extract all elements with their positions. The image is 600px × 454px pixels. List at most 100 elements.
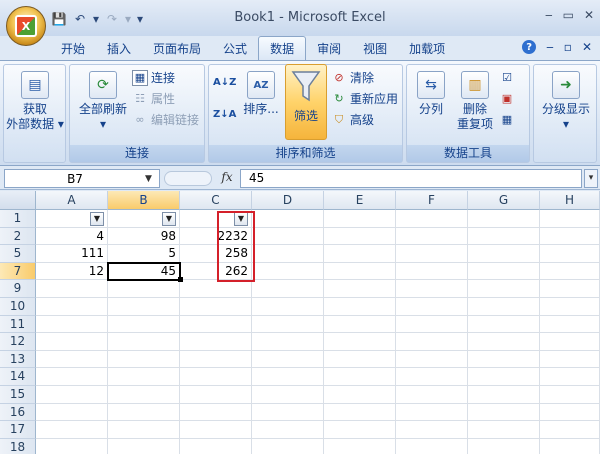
close-icon[interactable]: ✕	[584, 8, 594, 22]
cell-a2[interactable]: 4	[36, 227, 108, 246]
cell-h18[interactable]	[540, 438, 600, 454]
row-header-18[interactable]: 18	[0, 438, 36, 454]
cell-d14[interactable]	[252, 368, 324, 386]
cell-b14[interactable]	[108, 368, 180, 386]
cell-g14[interactable]	[468, 368, 540, 386]
cell-f18[interactable]	[396, 438, 468, 454]
cell-h16[interactable]	[540, 403, 600, 422]
row-header-14[interactable]: 14	[0, 368, 36, 386]
cell-e17[interactable]	[324, 421, 396, 439]
column-header-f[interactable]: F	[396, 191, 468, 210]
cell-d18[interactable]	[252, 438, 324, 454]
cell-a17[interactable]	[36, 421, 108, 439]
cell-g17[interactable]	[468, 421, 540, 439]
column-header-d[interactable]: D	[252, 191, 324, 210]
cell-f11[interactable]	[396, 315, 468, 334]
customize-qat-icon[interactable]: ▾	[135, 10, 145, 28]
advanced-filter-button[interactable]: ⛉ 高级	[331, 111, 374, 128]
cell-b18[interactable]	[108, 438, 180, 454]
name-box-dropdown-icon[interactable]: ▼	[145, 174, 159, 184]
cell-g15[interactable]	[468, 386, 540, 404]
row-header-16[interactable]: 16	[0, 403, 36, 422]
row-header-5[interactable]: 5	[0, 245, 36, 263]
cell-d15[interactable]	[252, 386, 324, 404]
tab-home[interactable]: 开始	[50, 36, 96, 60]
cell-f10[interactable]	[396, 298, 468, 316]
fill-handle[interactable]	[178, 277, 183, 283]
sort-z-to-a-button[interactable]: Z↓A	[213, 109, 236, 120]
column-header-c[interactable]: C	[180, 191, 252, 210]
tab-page-layout[interactable]: 页面布局	[142, 36, 212, 60]
undo-icon[interactable]: ↶	[71, 10, 89, 28]
refresh-all-button[interactable]: ⟳ 全部刷新 ▾	[74, 71, 132, 132]
cell-d16[interactable]	[252, 403, 324, 422]
column-header-h[interactable]: H	[540, 191, 600, 210]
cell-c18[interactable]	[180, 438, 252, 454]
undo-dropdown-icon[interactable]: ▾	[92, 10, 100, 28]
cell-c16[interactable]	[180, 403, 252, 422]
cell-b11[interactable]	[108, 315, 180, 334]
worksheet-grid[interactable]: A B C D E F G H 1 2 4 98 2232 5 111 5 258 7 12 45 26…	[0, 191, 600, 454]
cell-e12[interactable]	[324, 333, 396, 351]
cell-a14[interactable]	[36, 368, 108, 386]
cell-g7[interactable]	[468, 262, 540, 281]
cell-e7[interactable]	[324, 262, 396, 281]
cell-e13[interactable]	[324, 350, 396, 369]
cell-f7[interactable]	[396, 262, 468, 281]
redo-dropdown-icon[interactable]: ▾	[124, 10, 132, 28]
tab-insert[interactable]: 插入	[96, 36, 142, 60]
cell-e9[interactable]	[324, 280, 396, 298]
cell-e15[interactable]	[324, 386, 396, 404]
cell-e10[interactable]	[324, 298, 396, 316]
cell-d17[interactable]	[252, 421, 324, 439]
cell-g13[interactable]	[468, 350, 540, 369]
cell-b5[interactable]: 5	[108, 245, 180, 263]
cell-f9[interactable]	[396, 280, 468, 298]
filter-dropdown-a[interactable]: ▼	[90, 212, 104, 226]
cell-c11[interactable]	[180, 315, 252, 334]
cell-a18[interactable]	[36, 438, 108, 454]
cell-d9[interactable]	[252, 280, 324, 298]
formula-input[interactable]: 45	[240, 169, 582, 188]
cell-b12[interactable]	[108, 333, 180, 351]
cell-d13[interactable]	[252, 350, 324, 369]
cell-h11[interactable]	[540, 315, 600, 334]
cell-f12[interactable]	[396, 333, 468, 351]
cell-e1[interactable]	[324, 210, 396, 228]
cell-c13[interactable]	[180, 350, 252, 369]
cell-c12[interactable]	[180, 333, 252, 351]
cell-a16[interactable]	[36, 403, 108, 422]
cell-e18[interactable]	[324, 438, 396, 454]
workbook-close-icon[interactable]: ✕	[582, 40, 592, 54]
cell-b13[interactable]	[108, 350, 180, 369]
insert-function-icon[interactable]: fx	[218, 170, 236, 187]
row-header-2[interactable]: 2	[0, 227, 36, 246]
tab-formulas[interactable]: 公式	[212, 36, 258, 60]
cell-f15[interactable]	[396, 386, 468, 404]
cell-c9[interactable]	[180, 280, 252, 298]
row-header-13[interactable]: 13	[0, 350, 36, 369]
tab-data[interactable]: 数据	[258, 36, 307, 60]
cell-b9[interactable]	[108, 280, 180, 298]
cell-h13[interactable]	[540, 350, 600, 369]
row-header-15[interactable]: 15	[0, 386, 36, 404]
cell-c17[interactable]	[180, 421, 252, 439]
tab-addins[interactable]: 加载项	[398, 36, 456, 60]
filter-button[interactable]: 筛选	[285, 64, 327, 140]
cell-d1[interactable]	[252, 210, 324, 228]
cell-e5[interactable]	[324, 245, 396, 263]
cell-h7[interactable]	[540, 262, 600, 281]
filter-dropdown-b[interactable]: ▼	[162, 212, 176, 226]
get-external-data-button[interactable]: ▤ 获取 外部数据 ▾	[6, 71, 64, 132]
row-header-17[interactable]: 17	[0, 421, 36, 439]
save-icon[interactable]: 💾	[50, 10, 68, 28]
column-header-b[interactable]: B	[108, 191, 180, 210]
cell-c15[interactable]	[180, 386, 252, 404]
redo-icon[interactable]: ↷	[103, 10, 121, 28]
workbook-minimize-icon[interactable]: ‒	[546, 40, 554, 54]
cell-g12[interactable]	[468, 333, 540, 351]
cell-e2[interactable]	[324, 227, 396, 246]
cell-d10[interactable]	[252, 298, 324, 316]
cell-a12[interactable]	[36, 333, 108, 351]
tab-review[interactable]: 审阅	[306, 36, 352, 60]
